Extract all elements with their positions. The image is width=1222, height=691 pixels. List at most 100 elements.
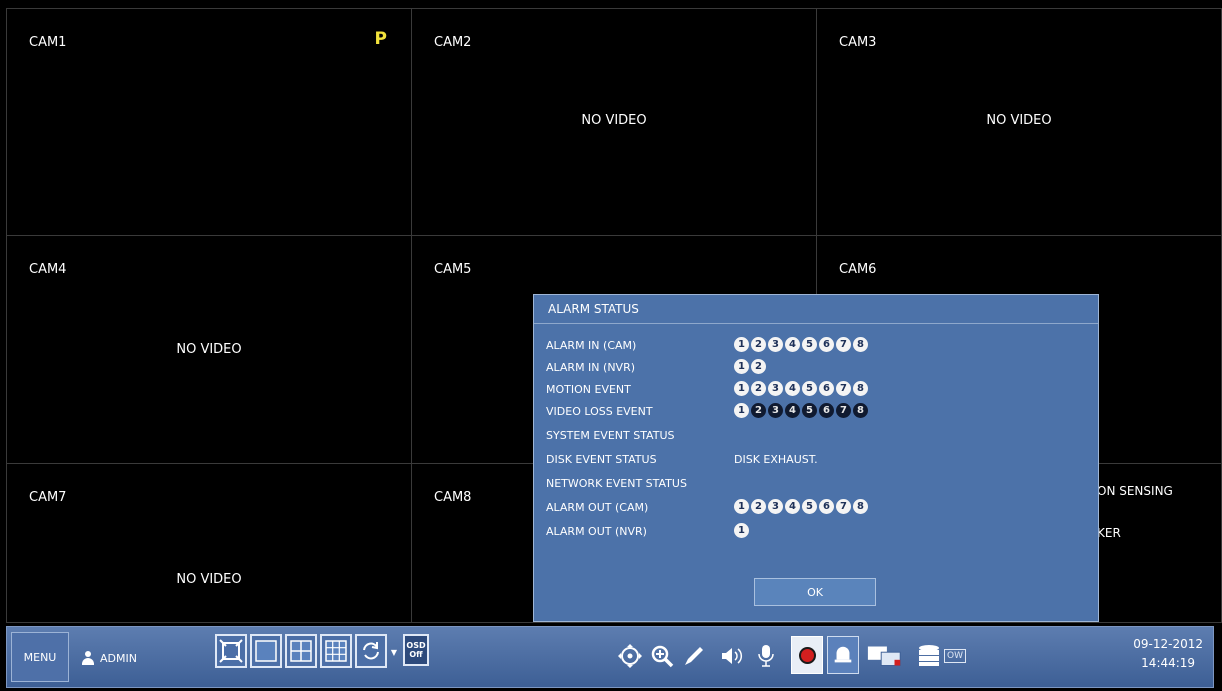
nine-layout-button[interactable] [320,634,352,668]
alarm-row-label: ALARM IN (CAM) [546,339,637,352]
camera-label: CAM2 [434,35,472,50]
channel-indicator: 4 [785,499,800,514]
motion-sensing-text: ON SENSING [1097,484,1173,498]
camera-label: CAM3 [839,35,877,50]
channel-indicator: 3 [768,337,783,352]
camera-label: CAM4 [29,262,67,277]
microphone-button[interactable] [751,641,781,671]
osd-state: Off [409,650,423,659]
camera-label: CAM7 [29,490,67,505]
date-text: 09-12-2012 [1133,637,1203,651]
single-layout-button[interactable] [250,634,282,668]
channel-indicator: 8 [853,499,868,514]
sequence-icon [363,642,379,660]
channel-indicator: 2 [751,337,766,352]
channel-indicator: 7 [836,499,851,514]
channel-indicator: 6 [819,403,834,418]
alarm-status-row: NETWORK EVENT STATUS [546,475,1086,493]
alarm-row-value: DISK EXHAUST. [734,453,818,466]
camera-tile-cam1[interactable]: CAM1 P [6,8,412,236]
channel-indicators: 12345678 [734,381,868,396]
channel-indicator: 3 [768,381,783,396]
channel-indicator: 8 [853,403,868,418]
alarm-row-label: ALARM OUT (NVR) [546,525,647,538]
dialog-title: ALARM STATUS [548,302,639,316]
fullscreen-button[interactable] [215,634,247,668]
record-button[interactable] [791,636,823,674]
no-video-text: NO VIDEO [176,342,242,357]
storage-button[interactable]: OW [913,641,969,671]
alarm-icon [834,646,852,663]
audio-icon [722,648,743,664]
alarm-row-label: ALARM IN (NVR) [546,361,636,374]
partial-status-text: KER [1097,526,1121,540]
time-text: 14:44:19 [1141,656,1196,670]
channel-indicators: 12345678 [734,499,868,514]
quad-layout-button[interactable] [285,634,317,668]
channel-indicator: 2 [751,359,766,374]
channel-indicator: 8 [853,337,868,352]
channel-indicator: 6 [819,499,834,514]
channel-indicators: 12345678 [734,403,868,418]
channel-indicator: 6 [819,381,834,396]
overwrite-label: OW [944,649,966,663]
no-video-text: NO VIDEO [581,113,647,128]
taskbar: MENU ADMIN ▼ OSD Off OW 09-12-2012 14:44… [6,626,1214,688]
alarm-status-row: ALARM OUT (NVR) 1 [546,523,1086,541]
camera-label: CAM5 [434,262,472,277]
channel-indicators: 12 [734,359,766,374]
sequence-button[interactable] [355,634,387,668]
ok-button[interactable]: OK [754,578,876,606]
camera-tile-cam4[interactable]: CAM4 NO VIDEO [6,235,412,464]
channel-indicator: 2 [751,381,766,396]
user-icon [81,651,95,665]
channel-indicator: 5 [802,337,817,352]
zoom-icon [651,645,674,668]
sequence-dropdown-arrow-icon[interactable]: ▼ [390,647,398,657]
ptz-indicator: P [374,29,387,49]
channel-indicator: 1 [734,381,749,396]
channel-indicators: 12345678 [734,337,868,352]
camera-tile-cam2[interactable]: CAM2 NO VIDEO [411,8,817,236]
camera-tile-cam7[interactable]: CAM7 NO VIDEO [6,463,412,623]
alarm-status-row: VIDEO LOSS EVENT 1 2 3 4 5 6 7 8 [546,403,1086,421]
channel-indicator: 6 [819,337,834,352]
alarm-row-label: MOTION EVENT [546,383,631,396]
ptz-button[interactable] [615,641,645,671]
user-indicator[interactable]: ADMIN [81,643,137,673]
channel-indicator: 7 [836,403,851,418]
menu-button[interactable]: MENU [11,632,69,682]
microphone-icon [758,645,774,667]
network-button[interactable] [863,641,907,671]
quad-layout-icon [290,640,312,662]
alarm-status-dialog: ALARM STATUS ALARM IN (CAM) 1 2 3 4 5 6 7 8 ALARM… [533,294,1099,622]
alarm-status-row: SYSTEM EVENT STATUS [546,427,1086,445]
channel-indicator: 2 [751,499,766,514]
audio-button[interactable] [717,641,747,671]
no-video-text: NO VIDEO [176,572,242,587]
record-icon [798,646,816,664]
camera-label: CAM6 [839,262,877,277]
network-icon [867,646,901,666]
user-label: ADMIN [100,651,137,665]
freeze-icon [685,647,703,665]
freeze-button[interactable] [679,641,709,671]
camera-tile-cam3[interactable]: CAM3 NO VIDEO [816,8,1222,236]
nine-layout-icon [325,640,347,662]
channel-indicator: 1 [734,523,749,538]
no-video-text: NO VIDEO [986,113,1052,128]
zoom-button[interactable] [647,641,677,671]
channel-indicator: 7 [836,381,851,396]
channel-indicator: 5 [802,499,817,514]
alarm-status-row: DISK EVENT STATUS DISK EXHAUST. [546,451,1086,469]
alarm-button[interactable] [827,636,859,674]
dialog-divider [534,323,1098,324]
storage-icon [919,645,939,666]
channel-indicator: 5 [802,381,817,396]
ptz-icon [618,644,642,668]
alarm-status-row: ALARM OUT (CAM) 1 2 3 4 5 6 7 8 [546,499,1086,517]
osd-toggle-button[interactable]: OSD Off [403,634,429,666]
channel-indicator: 4 [785,337,800,352]
channel-indicator: 3 [768,499,783,514]
camera-label: CAM1 [29,35,67,50]
